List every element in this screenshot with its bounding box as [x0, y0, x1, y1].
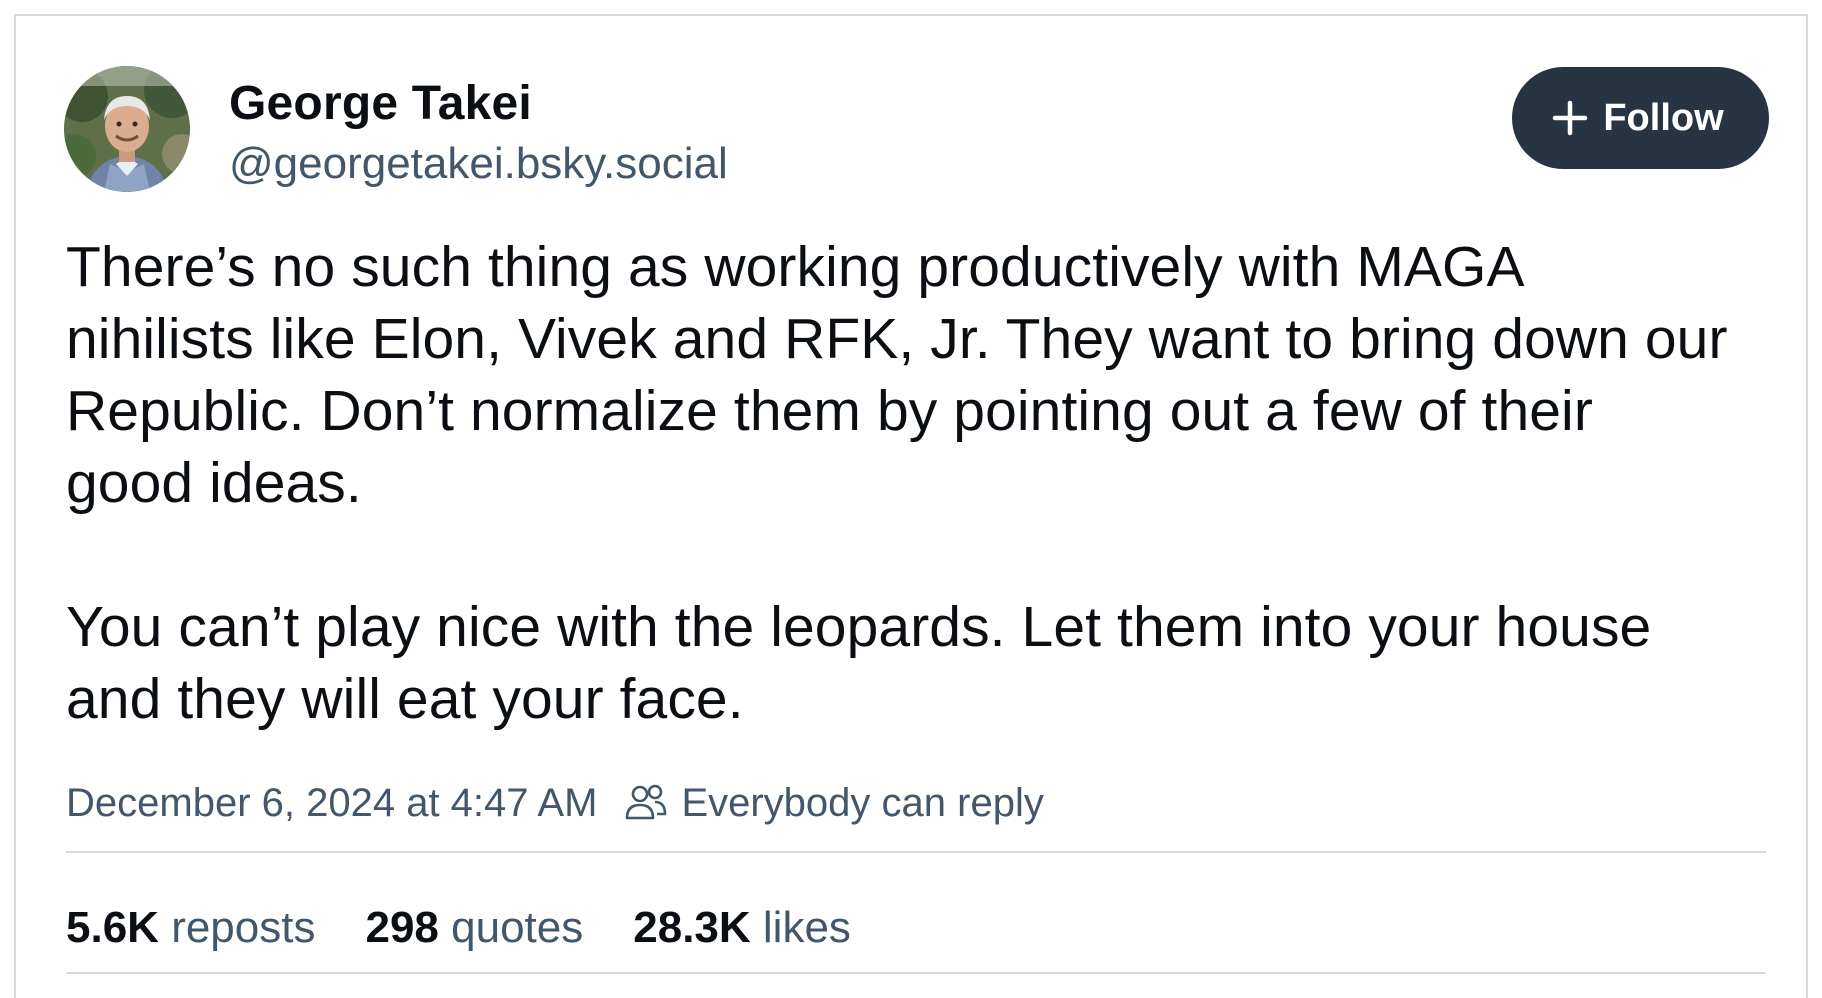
likes-count: 28.3K: [633, 903, 751, 952]
post-stats: 5.6K reposts 298 quotes 28.3K likes: [66, 901, 901, 955]
author-handle[interactable]: @georgetakei.bsky.social: [229, 134, 728, 194]
likes-label: likes: [762, 903, 851, 952]
reposts-stat[interactable]: 5.6K reposts: [66, 901, 315, 955]
post-meta: December 6, 2024 at 4:47 AM Everybody ca…: [66, 778, 1044, 828]
reposts-label: reposts: [171, 903, 316, 952]
follow-button[interactable]: Follow: [1512, 67, 1769, 169]
divider: [66, 851, 1766, 853]
post-body-text: There’s no such thing as working product…: [66, 235, 1728, 731]
plus-icon: [1553, 100, 1588, 136]
author-info: George Takei @georgetakei.bsky.social: [229, 76, 728, 194]
follow-button-label: Follow: [1603, 96, 1724, 139]
author-avatar[interactable]: [64, 66, 190, 192]
post-timestamp[interactable]: December 6, 2024 at 4:47 AM: [66, 781, 597, 826]
people-icon: [626, 784, 667, 820]
reply-setting[interactable]: Everybody can reply: [681, 781, 1043, 826]
reposts-count: 5.6K: [66, 903, 159, 952]
quotes-label: quotes: [451, 903, 584, 952]
likes-stat[interactable]: 28.3K likes: [633, 901, 851, 955]
divider: [66, 972, 1766, 974]
quotes-count: 298: [365, 903, 439, 952]
author-display-name[interactable]: George Takei: [229, 76, 728, 132]
avatar-photo: [64, 66, 190, 192]
post-card: George Takei @georgetakei.bsky.social Fo…: [14, 14, 1808, 998]
quotes-stat[interactable]: 298 quotes: [365, 901, 583, 955]
